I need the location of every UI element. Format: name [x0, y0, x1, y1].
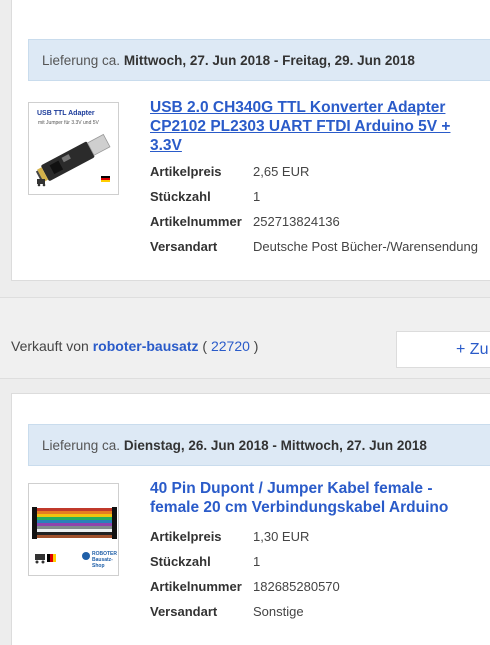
- detail-label: Stückzahl: [150, 554, 211, 569]
- delivery-estimate: Lieferung ca. Mittwoch, 27. Jun 2018 - F…: [28, 39, 490, 81]
- add-button[interactable]: + Zu: [396, 331, 490, 368]
- seller-name-link[interactable]: roboter-bausatz: [93, 338, 199, 354]
- seller-rating-link[interactable]: 22720: [211, 338, 250, 354]
- detail-label: Stückzahl: [150, 189, 211, 204]
- seller-bar: Verkauft von roboter-bausatz ( 22720 ) +…: [0, 297, 490, 379]
- detail-label: Artikelpreis: [150, 164, 222, 179]
- delivery-estimate: Lieferung ca. Dienstag, 26. Jun 2018 - M…: [28, 424, 490, 466]
- detail-row-shipping: Versandart Deutsche Post Bücher-/Warense…: [150, 234, 490, 259]
- product-image[interactable]: USB TTL Adapter mit Jumper für 3.3V und …: [28, 102, 119, 195]
- usb-adapter-illustration: [35, 133, 111, 187]
- rating-close: ): [253, 338, 259, 354]
- seller-prefix: Verkauft von: [11, 338, 89, 354]
- detail-value: 2,65 EUR: [253, 164, 310, 179]
- detail-label: Artikelpreis: [150, 529, 222, 544]
- delivery-dates: Dienstag, 26. Jun 2018 - Mittwoch, 27. J…: [123, 438, 427, 453]
- detail-value: 252713824136: [253, 214, 340, 229]
- product-image[interactable]: ROBOTER Bausatz-Shop: [28, 483, 119, 576]
- order-card-1: Lieferung ca. Mittwoch, 27. Jun 2018 - F…: [11, 0, 490, 281]
- detail-value: Sonstige: [253, 604, 304, 619]
- detail-row-shipping: Versandart Sonstige: [150, 599, 490, 624]
- detail-row-quantity: Stückzahl 1: [150, 184, 490, 209]
- detail-value: 1,30 EUR: [253, 529, 310, 544]
- detail-row-item-number: Artikelnummer 182685280570: [150, 574, 490, 599]
- delivery-dates: Mittwoch, 27. Jun 2018 - Freitag, 29. Ju…: [123, 53, 415, 68]
- seller-info: Verkauft von roboter-bausatz ( 22720 ): [11, 338, 258, 354]
- detail-row-price: Artikelpreis 2,65 EUR: [150, 159, 490, 184]
- order-card-2: Lieferung ca. Dienstag, 26. Jun 2018 - M…: [11, 393, 490, 645]
- detail-value: 1: [253, 554, 261, 569]
- delivery-prefix: Lieferung ca.: [42, 53, 121, 68]
- detail-label: Artikelnummer: [150, 579, 242, 594]
- image-caption: ROBOTER Bausatz-Shop: [92, 551, 117, 569]
- rating-open: (: [202, 338, 208, 354]
- detail-value: 182685280570: [253, 579, 340, 594]
- detail-row-price: Artikelpreis 1,30 EUR: [150, 524, 490, 549]
- detail-label: Versandart: [150, 239, 218, 254]
- product-title-link[interactable]: 40 Pin Dupont / Jumper Kabel female - fe…: [150, 479, 480, 517]
- detail-value: Deutsche Post Bücher-/Warensendung: [253, 239, 478, 254]
- product-title-link[interactable]: USB 2.0 CH340G TTL Konverter Adapter CP2…: [150, 98, 480, 155]
- detail-label: Versandart: [150, 604, 218, 619]
- detail-row-quantity: Stückzahl 1: [150, 549, 490, 574]
- detail-value: 1: [253, 189, 261, 204]
- detail-label: Artikelnummer: [150, 214, 242, 229]
- detail-row-item-number: Artikelnummer 252713824136: [150, 209, 490, 234]
- delivery-prefix: Lieferung ca.: [42, 438, 121, 453]
